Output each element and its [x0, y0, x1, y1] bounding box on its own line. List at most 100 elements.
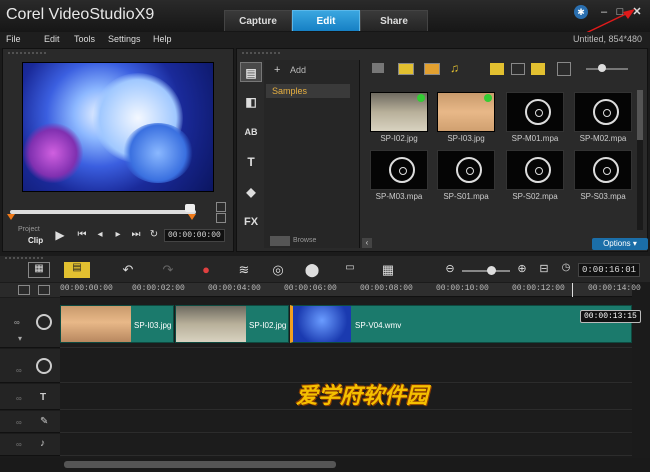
thumbnail-size-slider[interactable]: [586, 68, 628, 70]
graphics-icon[interactable]: ◆: [240, 182, 262, 202]
time-tooltip: 00:00:13:15: [580, 310, 641, 323]
clock-icon[interactable]: ◷: [556, 262, 576, 278]
browse-icon[interactable]: [270, 236, 290, 246]
mark-out-icon[interactable]: [188, 214, 196, 220]
scrollbar-thumb[interactable]: [637, 90, 643, 140]
view-details-icon[interactable]: [511, 63, 525, 75]
voice-track[interactable]: [60, 411, 632, 433]
tab-share[interactable]: Share: [360, 10, 428, 31]
folder-item-samples[interactable]: Samples: [266, 84, 350, 98]
end-icon[interactable]: ⏭: [130, 229, 142, 241]
media-icon[interactable]: ▤: [240, 62, 262, 82]
playhead[interactable]: [572, 283, 573, 297]
view-thumbnails-icon[interactable]: [531, 63, 545, 75]
zoom-slider[interactable]: [462, 270, 510, 272]
scrub-bar[interactable]: [10, 210, 196, 214]
track-options-arrow-icon[interactable]: ▾: [18, 334, 22, 343]
thumbnail-label: SP-S01.mpa: [443, 192, 489, 201]
thumbnail-label: SP-S03.mpa: [580, 192, 626, 201]
filter-photo-icon[interactable]: [424, 63, 440, 75]
checked-icon: [484, 94, 492, 102]
zoom-handle[interactable]: [487, 266, 496, 275]
thumbnail-image[interactable]: [370, 92, 428, 132]
folder-label: Samples: [272, 86, 308, 96]
audio-thumbnail[interactable]: [437, 150, 495, 190]
scrubber-handle[interactable]: [185, 204, 195, 212]
tab-capture[interactable]: Capture: [224, 10, 292, 31]
subtitle-editor-icon[interactable]: ▭: [340, 262, 360, 278]
options-button[interactable]: Options ▾: [592, 238, 648, 250]
zoom-out-icon[interactable]: ⊖: [440, 262, 460, 278]
panel-grip: [241, 51, 281, 55]
audio-thumbnail[interactable]: [574, 150, 632, 190]
thumbnail-size-handle[interactable]: [598, 64, 606, 72]
track-manager-icon[interactable]: [18, 285, 30, 295]
filter-audio-icon[interactable]: ♫: [450, 61, 459, 75]
fx-icon[interactable]: FX: [240, 212, 262, 232]
text-t-icon[interactable]: T: [240, 152, 262, 172]
link-icon[interactable]: ∞: [14, 318, 20, 327]
menu-file[interactable]: File: [6, 34, 21, 44]
panel-grip: [4, 256, 44, 260]
home-icon[interactable]: ⏮: [76, 229, 88, 241]
sound-mixer-icon[interactable]: ≋: [234, 262, 254, 278]
track-link-icon[interactable]: ∞: [16, 418, 22, 427]
split-clip-icon[interactable]: [216, 213, 226, 223]
filter-video-icon[interactable]: [398, 63, 414, 75]
auto-music-icon[interactable]: ◎: [268, 262, 288, 278]
clip-label: SP-I02.jpg: [249, 321, 287, 330]
track-link-icon[interactable]: ∞: [16, 394, 22, 403]
audio-thumbnail[interactable]: [506, 92, 564, 132]
add-folder-button[interactable]: Add: [290, 65, 306, 75]
thumbnail-image[interactable]: [437, 92, 495, 132]
tab-edit[interactable]: Edit: [292, 10, 360, 31]
clip-thumbnail: [176, 306, 246, 342]
audio-thumbnail[interactable]: [506, 150, 564, 190]
menu-tools[interactable]: Tools: [74, 34, 95, 44]
player-timecode[interactable]: 00:00:00:00: [164, 229, 225, 242]
motion-tracking-icon[interactable]: ⬤: [302, 262, 322, 278]
record-capture-icon[interactable]: ●: [196, 262, 216, 278]
next-frame-icon[interactable]: ▸: [112, 229, 124, 241]
browse-button[interactable]: Browse: [293, 237, 316, 244]
chapter-marker-icon[interactable]: [38, 285, 50, 295]
redo-icon[interactable]: ↷: [158, 262, 178, 278]
menu-settings[interactable]: Settings: [108, 34, 141, 44]
clip-mode-label[interactable]: Clip: [28, 236, 43, 245]
audio-thumbnail[interactable]: [370, 150, 428, 190]
menu-help[interactable]: Help: [153, 34, 172, 44]
version-text: X9: [134, 6, 155, 23]
storyboard-view-icon[interactable]: ▦: [28, 262, 50, 278]
title-track-icon: T: [40, 392, 47, 403]
multi-camera-icon[interactable]: ▦: [378, 262, 398, 278]
transition-icon[interactable]: ◧: [240, 92, 262, 112]
timeline-view-icon[interactable]: ▤: [64, 262, 90, 278]
zoom-in-icon[interactable]: ⊕: [512, 262, 532, 278]
timeline-clip[interactable]: SP-I03.jpg: [60, 305, 174, 343]
timeline-scrollbar-thumb[interactable]: [64, 461, 336, 468]
track-link-icon[interactable]: ∞: [16, 366, 22, 375]
play-icon[interactable]: ▶: [54, 229, 66, 241]
music-track[interactable]: [60, 434, 632, 456]
fit-project-icon[interactable]: ⊟: [534, 262, 554, 278]
view-list-icon[interactable]: [490, 63, 504, 75]
audio-thumbnail[interactable]: [574, 92, 632, 132]
title-ab-icon[interactable]: AB: [240, 122, 262, 142]
previous-frame-icon[interactable]: ◂: [94, 229, 106, 241]
ruler-tick-label: 00:00:06:00: [284, 284, 337, 293]
timeline-clip[interactable]: SP-I02.jpg: [175, 305, 289, 343]
mark-in-icon[interactable]: [7, 214, 15, 220]
library-scrollbar[interactable]: [637, 90, 643, 230]
resize-preview-icon[interactable]: [216, 202, 226, 212]
project-mode-label[interactable]: Project: [18, 226, 40, 233]
folder-icon[interactable]: [372, 63, 384, 73]
menu-edit[interactable]: Edit: [44, 34, 60, 44]
clip-label: SP-V04.wmv: [355, 321, 402, 330]
repeat-icon[interactable]: ↻: [148, 229, 160, 241]
undo-icon[interactable]: ↶: [118, 262, 138, 278]
add-icon[interactable]: +: [274, 64, 280, 76]
collapse-arrow-icon[interactable]: ‹: [362, 238, 372, 248]
sort-icon[interactable]: [557, 62, 571, 76]
project-duration[interactable]: 0:00:16:01: [578, 263, 641, 277]
track-link-icon[interactable]: ∞: [16, 440, 22, 449]
